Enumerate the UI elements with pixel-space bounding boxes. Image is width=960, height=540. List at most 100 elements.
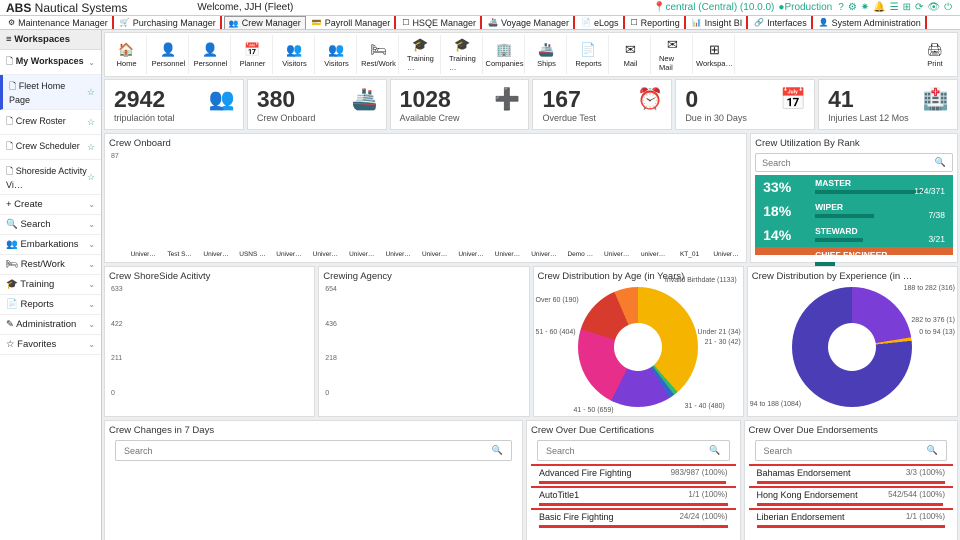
- bar[interactable]: Demo …: [564, 249, 596, 258]
- module-tab-maintenance-manager[interactable]: ⚙Maintenance Manager: [4, 16, 114, 29]
- toolbar-workspa-[interactable]: ⊞Workspa…: [695, 35, 735, 74]
- kpi-icon: 🚢: [352, 88, 378, 112]
- kpi-due-in-days[interactable]: 0Due in 30 Days📅: [675, 79, 815, 130]
- card-shoreside: Crew ShoreSide Acitivty 6334222110: [104, 266, 315, 417]
- kpi-available-crew[interactable]: 1028Available Crew➕: [390, 79, 530, 130]
- toolbar-planner[interactable]: 📅Planner: [233, 35, 273, 74]
- sidebar-action-reports[interactable]: 📄 Reports⌄: [0, 295, 101, 315]
- sidebar-item-shoreside-activity-vi-[interactable]: 🗋 Shoreside Activity Vi…☆: [0, 160, 101, 195]
- toolbar-reports[interactable]: 📄Reports: [569, 35, 609, 74]
- sidebar-my-workspaces[interactable]: 🗋 My Workspaces⌄: [0, 50, 101, 75]
- bar[interactable]: Univer…: [346, 249, 378, 258]
- toolbar-rest-work[interactable]: 🛏Rest/Work: [359, 35, 399, 74]
- toolbar-visitors[interactable]: 👥Visitors: [275, 35, 315, 74]
- top-icon[interactable]: ⟳: [915, 2, 923, 13]
- overdue-row[interactable]: Basic Fire Fighting24/24 (100%): [531, 508, 736, 530]
- sidebar-item-fleet-home-page[interactable]: 🗋 Fleet Home Page☆: [0, 75, 101, 110]
- toolbar-print[interactable]: 🖨Print: [915, 35, 955, 74]
- bar[interactable]: Univer…: [382, 249, 414, 258]
- donut-chart[interactable]: [578, 287, 698, 407]
- card-crewing-agency: Crewing Agency 6544362180: [318, 266, 529, 417]
- module-tab-crew-manager[interactable]: 👥Crew Manager: [224, 16, 306, 29]
- card-crew-utilization: Crew Utilization By Rank 🔍 33%MASTER124/…: [750, 133, 958, 263]
- donut-chart[interactable]: [792, 287, 912, 407]
- sidebar-action-embarkations[interactable]: 👥 Embarkations⌄: [0, 235, 101, 255]
- module-tab-elogs[interactable]: 📄eLogs: [577, 16, 625, 29]
- bar[interactable]: Univer…: [309, 249, 341, 258]
- toolbar-training-[interactable]: 🎓Training …: [443, 35, 483, 74]
- module-tab-payroll-manager[interactable]: 💳Payroll Manager: [308, 16, 397, 29]
- toolbar-companies[interactable]: 🏢Companies: [485, 35, 525, 74]
- card-crew-changes: Crew Changes in 7 Days 🔍: [104, 420, 523, 540]
- sidebar-action-rest-work[interactable]: 🛏 Rest/Work⌄: [0, 255, 101, 275]
- search-input[interactable]: 🔍: [115, 440, 512, 461]
- top-icon[interactable]: ✷: [861, 2, 869, 13]
- utilization-row[interactable]: 14%STEWARD3/21: [755, 223, 953, 247]
- toolbar-visitors[interactable]: 👥Visitors: [317, 35, 357, 74]
- sidebar-heading-workspaces[interactable]: ≡ Workspaces: [0, 30, 101, 50]
- star-icon: ☆: [87, 142, 95, 153]
- toolbar-ships[interactable]: 🚢Ships: [527, 35, 567, 74]
- sidebar-action-create[interactable]: + Create⌄: [0, 195, 101, 215]
- overdue-row[interactable]: Advanced Fire Fighting983/987 (100%): [531, 464, 736, 486]
- sidebar-item-crew-scheduler[interactable]: 🗋 Crew Scheduler☆: [0, 135, 101, 160]
- module-tab-system-administration[interactable]: 👤System Administration: [815, 16, 927, 29]
- sidebar-action-administration[interactable]: ✎ Administration⌄: [0, 315, 101, 335]
- module-tab-hsqe-manager[interactable]: ☐HSQE Manager: [398, 16, 482, 29]
- module-tab-interfaces[interactable]: 🔗Interfaces: [750, 16, 813, 29]
- search-input[interactable]: 🔍: [755, 153, 953, 172]
- search-input[interactable]: 🔍: [755, 440, 948, 461]
- module-tab-purchasing-manager[interactable]: 🛒Purchasing Manager: [116, 16, 222, 29]
- bar[interactable]: Univer…: [528, 249, 560, 258]
- bar[interactable]: KT_01: [673, 249, 705, 258]
- top-icon[interactable]: ?: [838, 2, 844, 13]
- bar[interactable]: Univer…: [273, 249, 305, 258]
- kpi-overdue-test[interactable]: 167Overdue Test⏰: [532, 79, 672, 130]
- chevron-down-icon: ⌄: [88, 320, 95, 329]
- bar[interactable]: Test S…: [163, 249, 195, 258]
- utilization-row[interactable]: 33%MASTER124/371: [755, 175, 953, 199]
- utilization-row[interactable]: CHIEF ENGINEER: [755, 247, 953, 255]
- top-icon[interactable]: ⚙: [848, 2, 857, 13]
- module-tab-insight-bi[interactable]: 📊Insight BI: [688, 16, 749, 29]
- module-tab-voyage-manager[interactable]: 🚢Voyage Manager: [484, 16, 575, 29]
- bar[interactable]: USNS …: [236, 249, 268, 258]
- search-input[interactable]: 🔍: [537, 440, 730, 461]
- toolbar-personnel[interactable]: 👤Personnel: [191, 35, 231, 74]
- toolbar-new-mail[interactable]: ✉New Mail: [653, 35, 693, 74]
- kpi-icon: 👥: [209, 88, 235, 112]
- toolbar-training-[interactable]: 🎓Training …: [401, 35, 441, 74]
- env-indicator: ●Production: [778, 2, 832, 13]
- module-tab-reporting[interactable]: ☐Reporting: [627, 16, 686, 29]
- bar[interactable]: Univer…: [127, 249, 159, 258]
- top-icon[interactable]: ⊞: [903, 2, 911, 13]
- bar[interactable]: Univer…: [491, 249, 523, 258]
- utilization-row[interactable]: 18%WIPER7/38: [755, 199, 953, 223]
- bar[interactable]: Univer…: [418, 249, 450, 258]
- kpi-crew-onboard[interactable]: 380Crew Onboard🚢: [247, 79, 387, 130]
- bar[interactable]: Univer…: [710, 249, 742, 258]
- bar[interactable]: univer…: [637, 249, 669, 258]
- top-icon[interactable]: ☰: [890, 2, 899, 13]
- bar[interactable]: Univer…: [200, 249, 232, 258]
- bar[interactable]: Univer…: [455, 249, 487, 258]
- top-icon[interactable]: 👁: [927, 2, 940, 13]
- sidebar-item-crew-roster[interactable]: 🗋 Crew Roster☆: [0, 110, 101, 135]
- top-icon[interactable]: ⏻: [944, 2, 952, 13]
- search-icon: 🔍: [709, 445, 720, 456]
- kpi-tripulaci-n-total[interactable]: 2942tripulación total👥: [104, 79, 244, 130]
- overdue-row[interactable]: Bahamas Endorsement3/3 (100%): [749, 464, 954, 486]
- overdue-row[interactable]: AutoTitle11/1 (100%): [531, 486, 736, 508]
- welcome-text: Welcome, JJH (Fleet): [197, 2, 293, 13]
- toolbar-mail[interactable]: ✉Mail: [611, 35, 651, 74]
- sidebar-action-training[interactable]: 🎓 Training⌄: [0, 275, 101, 295]
- overdue-row[interactable]: Liberian Endorsement1/1 (100%): [749, 508, 954, 530]
- top-icon[interactable]: 🔔: [873, 2, 885, 13]
- kpi-injuries-last-mos[interactable]: 41Injuries Last 12 Mos🏥: [818, 79, 958, 130]
- toolbar-home[interactable]: 🏠Home: [107, 35, 147, 74]
- sidebar-action-favorites[interactable]: ☆ Favorites⌄: [0, 335, 101, 355]
- sidebar-action-search[interactable]: 🔍 Search⌄: [0, 215, 101, 235]
- bar[interactable]: Univer…: [600, 249, 632, 258]
- toolbar-personnel[interactable]: 👤Personnel: [149, 35, 189, 74]
- overdue-row[interactable]: Hong Kong Endorsement542/544 (100%): [749, 486, 954, 508]
